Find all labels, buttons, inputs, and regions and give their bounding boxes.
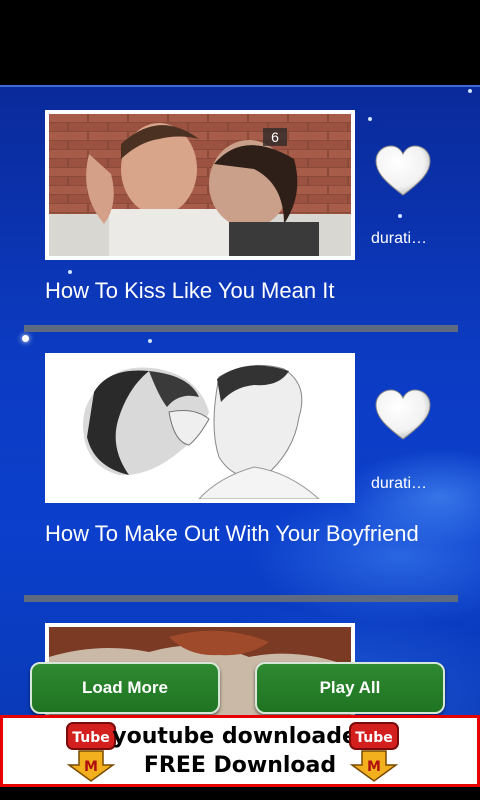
video-thumbnail[interactable]	[45, 353, 355, 503]
video-count-badge: 6	[263, 128, 287, 146]
bottom-edge	[0, 787, 480, 800]
list-divider	[24, 595, 458, 602]
video-title[interactable]: How To Kiss Like You Mean It	[45, 278, 445, 304]
logo-text-top: Tube	[355, 730, 393, 746]
video-title[interactable]: How To Make Out With Your Boyfriend	[45, 521, 445, 547]
background-star	[148, 339, 152, 343]
video-thumbnail[interactable]: 6	[45, 110, 355, 260]
heart-icon[interactable]	[374, 389, 432, 441]
load-more-button[interactable]: Load More	[30, 662, 220, 714]
video-duration: durati…	[371, 230, 428, 247]
play-all-button[interactable]: Play All	[255, 662, 445, 714]
video-list[interactable]: 6 durati… How To Kiss Like You Mean It d…	[0, 85, 480, 719]
tubemate-logo-icon: Tube M	[349, 722, 399, 782]
video-duration: durati…	[371, 475, 428, 492]
thumbnail-image	[49, 357, 351, 499]
thumbnail-image	[49, 114, 351, 256]
background-star	[22, 335, 29, 342]
background-star	[368, 117, 372, 121]
background-star	[398, 214, 402, 218]
logo-text-bottom: M	[367, 759, 381, 775]
ad-headline: youtube downloader	[112, 724, 368, 749]
background-star	[468, 89, 472, 93]
ad-subline: FREE Download	[143, 753, 337, 778]
ad-banner[interactable]: Tube M youtube downloader FREE Download …	[0, 715, 480, 787]
heart-icon[interactable]	[374, 145, 432, 197]
status-bar-area	[0, 0, 480, 85]
list-divider	[24, 325, 458, 332]
background-star	[68, 270, 72, 274]
